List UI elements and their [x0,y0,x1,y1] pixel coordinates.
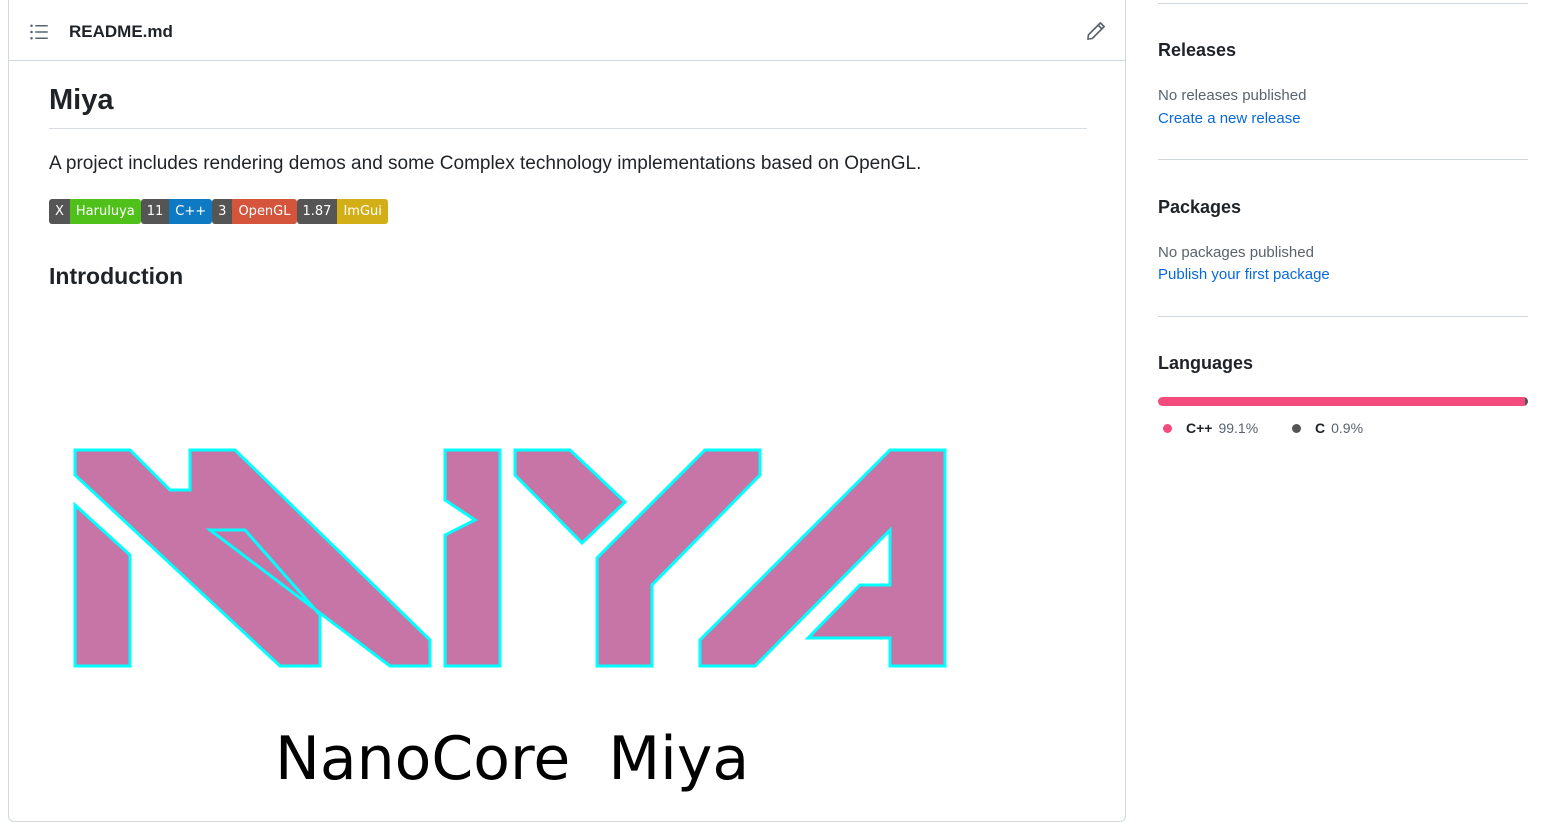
badge-label: X [49,199,70,224]
create-release-link[interactable]: Create a new release [1158,110,1301,127]
languages-heading: Languages [1158,353,1254,373]
language-name: C++ [1186,420,1213,436]
badge-label: 3 [212,199,233,224]
language-name: C [1315,420,1326,436]
badge-author[interactable]: X Haruluya [49,199,141,224]
language-percent: 99.1% [1218,420,1259,436]
badge-value: OpenGL [232,199,297,224]
packages-heading[interactable]: Packages [1158,197,1241,218]
language-percent: 0.9% [1331,420,1364,436]
miya-logo-image [73,448,947,668]
badge-label: 11 [140,199,170,224]
releases-status: No releases published [1158,87,1307,104]
language-bar-c [1524,397,1528,406]
packages-status: No packages published [1158,244,1314,261]
pencil-icon[interactable] [1086,21,1106,41]
language-dot [1292,423,1301,433]
logo-caption: NanoCore Miya [275,724,750,794]
title-divider [49,128,1087,129]
readme-header: README.md [9,0,1125,61]
sidebar-divider [1158,316,1528,317]
badge-value: Haruluya [69,199,141,224]
badge-label: 1.87 [296,199,338,224]
readme-description: A project includes rendering demos and s… [49,153,922,174]
language-bar [1158,397,1528,406]
releases-heading[interactable]: Releases [1158,40,1236,61]
badge-value: ImGui [337,199,388,224]
language-cpp[interactable]: C++ 99.1% [1163,420,1258,436]
sidebar-divider [1158,159,1528,160]
readme-filename[interactable]: README.md [69,22,173,42]
introduction-heading: Introduction [49,263,184,289]
language-bar-cpp [1158,397,1525,406]
sidebar-divider [1158,3,1528,4]
badge-value: C++ [169,199,213,224]
language-c[interactable]: C 0.9% [1292,420,1363,436]
language-dot [1163,423,1172,433]
badge-cpp[interactable]: 11 C++ [140,199,213,224]
badge-opengl[interactable]: 3 OpenGL [212,199,297,224]
list-unordered-icon[interactable] [29,22,49,42]
badge-imgui[interactable]: 1.87 ImGui [296,199,388,224]
readme-title: Miya [49,84,114,116]
readme-panel: README.md [8,0,1126,822]
badge-row: X Haruluya 11 C++ 3 OpenGL 1.87 ImGui [49,199,388,224]
publish-package-link[interactable]: Publish your first package [1158,266,1330,283]
